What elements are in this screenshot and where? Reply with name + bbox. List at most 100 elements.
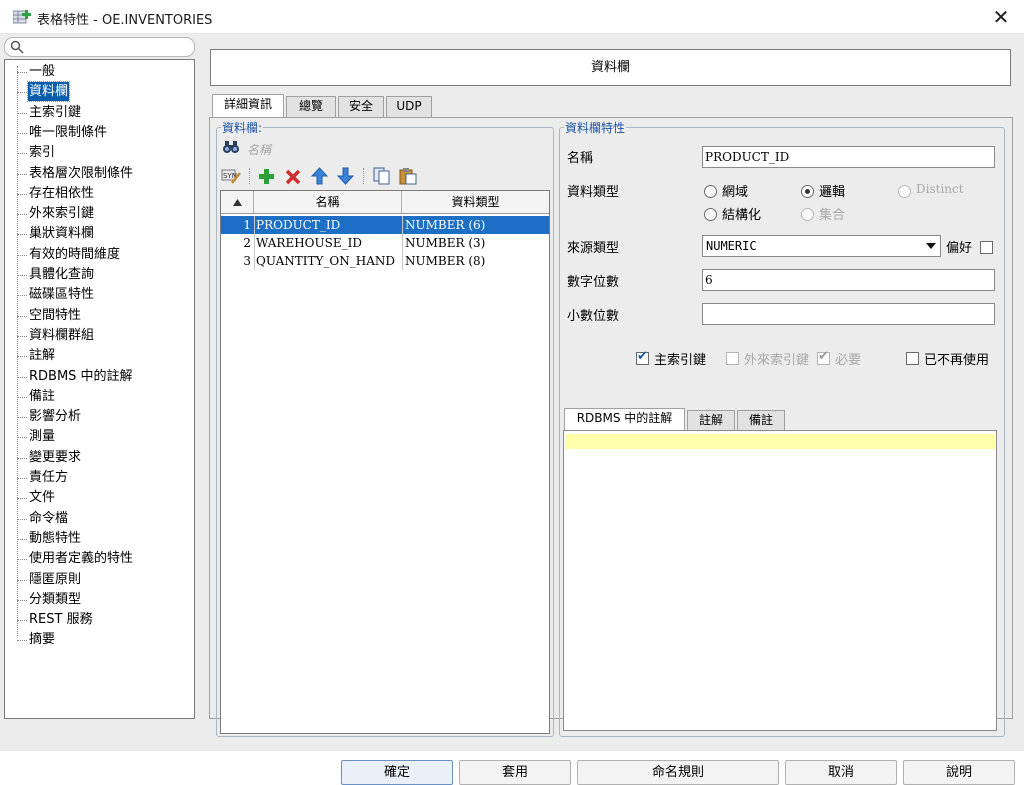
scale-field[interactable] xyxy=(702,303,995,325)
tab-overview[interactable]: 總覽 xyxy=(286,96,336,117)
columns-group-title: 資料欄: xyxy=(221,119,264,136)
nav-item[interactable]: 主索引鍵 xyxy=(17,103,193,123)
nav-item[interactable]: 具體化查詢 xyxy=(17,265,193,285)
preference-checkbox[interactable] xyxy=(980,241,993,254)
move-up-icon[interactable] xyxy=(311,167,328,185)
tab-notes[interactable]: 備註 xyxy=(737,410,785,430)
nav-item[interactable]: 表格層次限制條件 xyxy=(17,164,193,184)
search-icon xyxy=(10,40,24,54)
delete-icon[interactable] xyxy=(285,169,301,185)
col-header-type[interactable]: 資料類型 xyxy=(402,191,549,213)
nav-item-label: 巢狀資料欄 xyxy=(29,226,95,242)
name-field[interactable]: PRODUCT_ID xyxy=(702,146,995,168)
preference-label: 偏好 xyxy=(946,241,973,256)
radio-collection[interactable] xyxy=(801,208,814,221)
tab-udp[interactable]: UDP xyxy=(386,96,432,117)
deprecated-checkbox[interactable] xyxy=(906,352,919,365)
col-header-name[interactable]: 名稱 xyxy=(254,191,402,213)
radio-logical[interactable] xyxy=(801,185,814,198)
table-row[interactable]: 3 QUANTITY_ON_HAND NUMBER (8) xyxy=(221,252,549,270)
nav-item[interactable]: 責任方 xyxy=(17,468,193,488)
copy-icon[interactable] xyxy=(373,167,391,185)
tab-security[interactable]: 安全 xyxy=(338,96,384,117)
nav-item[interactable]: RDBMS 中的註解 xyxy=(17,367,193,387)
nav-item[interactable]: 有效的時間維度 xyxy=(17,245,193,265)
tree-connector xyxy=(17,315,27,317)
nav-item[interactable]: 分類類型 xyxy=(17,590,193,610)
nav-item[interactable]: 索引 xyxy=(17,143,193,163)
nav-item[interactable]: 隱匿原則 xyxy=(17,570,193,590)
mandatory-checkbox[interactable]: ✔ xyxy=(817,349,830,365)
nav-item[interactable]: REST 服務 xyxy=(17,610,193,630)
precision-field[interactable]: 6 xyxy=(702,269,995,291)
naming-rules-button[interactable]: 命名規則 xyxy=(577,760,779,785)
radio-structured[interactable] xyxy=(704,208,717,221)
nav-item[interactable]: 命令檔 xyxy=(17,509,193,529)
add-icon[interactable] xyxy=(258,168,275,185)
row-type: NUMBER (8) xyxy=(402,252,549,270)
tree-connector xyxy=(17,335,27,337)
nav-item[interactable]: 動態特性 xyxy=(17,529,193,549)
radio-collection-label: 集合 xyxy=(819,208,846,223)
title-bar: 表格特性 - OE.INVENTORIES ✕ xyxy=(0,0,1024,34)
nav-item[interactable]: 使用者定義的特性 xyxy=(17,549,193,569)
tree-connector xyxy=(17,92,27,94)
nav-item[interactable]: 外來索引鍵 xyxy=(17,204,193,224)
table-icon xyxy=(13,10,31,24)
nav-item[interactable]: 磁碟區特性 xyxy=(17,285,193,305)
properties-icon[interactable]: SYN xyxy=(221,167,241,185)
paste-icon[interactable] xyxy=(399,167,417,185)
mandatory-label: 必要 xyxy=(835,353,862,368)
radio-domain[interactable] xyxy=(704,185,717,198)
nav-item-label: 索引 xyxy=(29,145,56,161)
nav-item[interactable]: 摘要 xyxy=(17,630,193,650)
tree-connector xyxy=(17,112,27,114)
apply-button[interactable]: 套用 xyxy=(459,760,571,785)
nav-search-input[interactable] xyxy=(4,37,195,57)
close-button[interactable]: ✕ xyxy=(978,0,1024,34)
nav-item-label: 註解 xyxy=(29,348,56,364)
table-row[interactable]: 2 WAREHOUSE_ID NUMBER (3) xyxy=(221,234,549,252)
comments-textarea[interactable] xyxy=(563,430,997,731)
nav-item-label: 影響分析 xyxy=(29,409,82,425)
tree-connector xyxy=(17,214,27,216)
nav-item[interactable]: 資料欄 xyxy=(17,81,193,103)
radio-distinct[interactable] xyxy=(898,185,911,198)
nav-item[interactable]: 測量 xyxy=(17,427,193,447)
nav-item[interactable]: 空間特性 xyxy=(17,306,193,326)
move-down-icon[interactable] xyxy=(337,167,354,185)
help-button[interactable]: 說明 xyxy=(903,760,1015,785)
nav-item[interactable]: 文件 xyxy=(17,488,193,508)
tree-connector xyxy=(17,193,27,195)
nav-item[interactable]: 註解 xyxy=(17,346,193,366)
nav-item[interactable]: 一般 xyxy=(17,62,193,82)
row-name: WAREHOUSE_ID xyxy=(254,234,401,252)
table-row[interactable]: 1 PRODUCT_ID NUMBER (6) xyxy=(221,216,549,234)
columns-table[interactable]: 名稱 資料類型 1 PRODUCT_ID NUMBER (6) 2 WAREHOUSE_… xyxy=(220,190,550,734)
nav-item[interactable]: 資料欄群組 xyxy=(17,326,193,346)
nav-item-label: RDBMS 中的註解 xyxy=(29,368,133,384)
nav-item-label: 外來索引鍵 xyxy=(29,206,95,222)
nav-item[interactable]: 影響分析 xyxy=(17,407,193,427)
nav-item[interactable]: 備註 xyxy=(17,387,193,407)
binoculars-icon[interactable] xyxy=(222,139,240,155)
source-type-select[interactable]: NUMERIC xyxy=(702,235,941,257)
tab-details[interactable]: 詳細資訊 xyxy=(212,94,284,118)
nav-item[interactable]: 巢狀資料欄 xyxy=(17,224,193,244)
tab-rdbms-comments[interactable]: RDBMS 中的註解 xyxy=(564,408,685,431)
tab-comments[interactable]: 註解 xyxy=(687,410,735,430)
tree-connector xyxy=(17,579,27,581)
ok-button[interactable]: 確定 xyxy=(341,760,453,785)
primary-key-checkbox[interactable]: ✔ xyxy=(636,349,649,365)
nav-item[interactable]: 存在相依性 xyxy=(17,184,193,204)
foreign-key-checkbox[interactable] xyxy=(726,352,739,365)
nav-item[interactable]: 唯一限制條件 xyxy=(17,123,193,143)
sort-icon[interactable] xyxy=(221,191,254,213)
nav-item-label: 文件 xyxy=(29,490,56,506)
row-name: PRODUCT_ID xyxy=(254,216,401,234)
nav-item-label: 磁碟區特性 xyxy=(29,287,95,303)
datatype-label: 資料類型 xyxy=(567,185,620,200)
nav-item[interactable]: 變更要求 xyxy=(17,448,193,468)
cancel-button[interactable]: 取消 xyxy=(785,760,897,785)
tree-connector xyxy=(17,498,27,500)
